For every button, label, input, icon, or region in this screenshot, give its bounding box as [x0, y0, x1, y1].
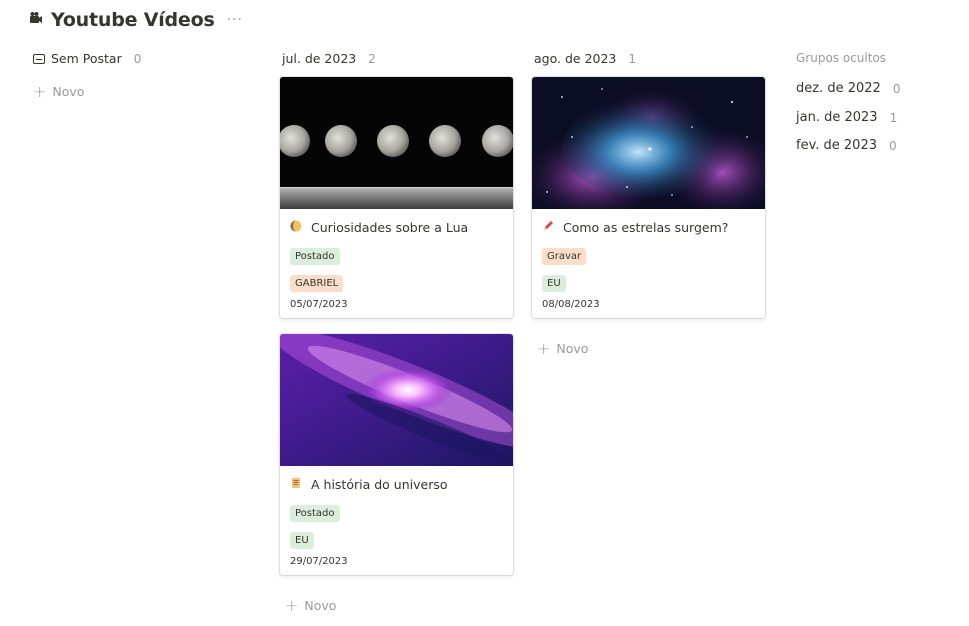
moon-icon — [290, 220, 304, 235]
column-count: 1 — [628, 51, 637, 66]
card-title-text: Como as estrelas surgem? — [563, 220, 729, 235]
more-options-button[interactable]: ··· — [227, 12, 243, 28]
plus-icon: + — [537, 338, 551, 358]
column-count: 2 — [368, 51, 376, 66]
owner-tag: EU — [290, 532, 314, 549]
new-label: Novo — [52, 84, 85, 99]
plus-icon: + — [33, 81, 47, 101]
owner-tag: EU — [542, 275, 566, 292]
card-date: 29/07/2023 — [290, 556, 348, 567]
new-card-button[interactable]: + Novo — [285, 595, 337, 615]
status-tag: Gravar — [542, 248, 587, 265]
page-title[interactable]: Youtube Vídeos — [51, 9, 215, 31]
card-estrelas-surgem[interactable]: Como as estrelas surgem? Gravar EU 08/08… — [532, 77, 765, 318]
card-cover-image — [532, 77, 765, 209]
card-cover-image — [280, 77, 513, 209]
plus-icon: + — [285, 595, 299, 615]
hidden-group-count: 0 — [889, 138, 897, 153]
movie-camera-icon — [29, 11, 47, 29]
crayon-icon — [542, 220, 556, 235]
hidden-group-count: 0 — [892, 81, 901, 96]
card-historia-universo[interactable]: A história do universo Postado EU 29/07/… — [280, 334, 513, 575]
inbox-icon — [33, 53, 45, 64]
card-cover-image — [280, 334, 513, 466]
card-title: Como as estrelas surgem? — [542, 220, 755, 235]
column-header-ago-2023[interactable]: ago. de 2023 1 — [534, 51, 636, 66]
card-curiosidades-lua[interactable]: Curiosidades sobre a Lua Postado GABRIEL… — [280, 77, 513, 318]
hidden-group-label: fev. de 2023 — [796, 138, 877, 153]
new-label: Novo — [556, 341, 589, 356]
hidden-group-dez-2022[interactable]: dez. de 2022 0 — [796, 81, 900, 96]
status-tag: Postado — [290, 248, 340, 265]
hidden-group-label: dez. de 2022 — [796, 81, 881, 96]
card-title: Curiosidades sobre a Lua — [290, 220, 503, 235]
hidden-groups-label: Grupos ocultos — [796, 51, 887, 65]
column-header-jul-2023[interactable]: jul. de 2023 2 — [282, 51, 376, 66]
card-title: A história do universo — [290, 477, 503, 492]
new-card-button[interactable]: + Novo — [33, 81, 85, 101]
card-title-text: Curiosidades sobre a Lua — [311, 220, 469, 235]
page-header: Youtube Vídeos ··· — [29, 9, 243, 31]
column-label: ago. de 2023 — [534, 51, 617, 66]
column-label: jul. de 2023 — [282, 51, 357, 66]
card-date: 08/08/2023 — [542, 299, 600, 310]
new-card-button[interactable]: + Novo — [537, 338, 589, 358]
owner-tag: GABRIEL — [290, 275, 344, 292]
scroll-icon — [290, 477, 304, 492]
new-label: Novo — [304, 598, 337, 613]
column-header-sem-postar[interactable]: Sem Postar 0 — [33, 51, 141, 66]
hidden-group-fev-2023[interactable]: fev. de 2023 0 — [796, 138, 897, 153]
card-title-text: A história do universo — [311, 477, 448, 492]
column-count: 0 — [133, 51, 142, 66]
hidden-group-count: 1 — [889, 110, 898, 125]
card-date: 05/07/2023 — [290, 299, 348, 310]
status-tag: Postado — [290, 505, 340, 522]
column-label: Sem Postar — [51, 51, 122, 66]
hidden-group-label: jan. de 2023 — [796, 110, 878, 125]
hidden-group-jan-2023[interactable]: jan. de 2023 1 — [796, 110, 897, 125]
